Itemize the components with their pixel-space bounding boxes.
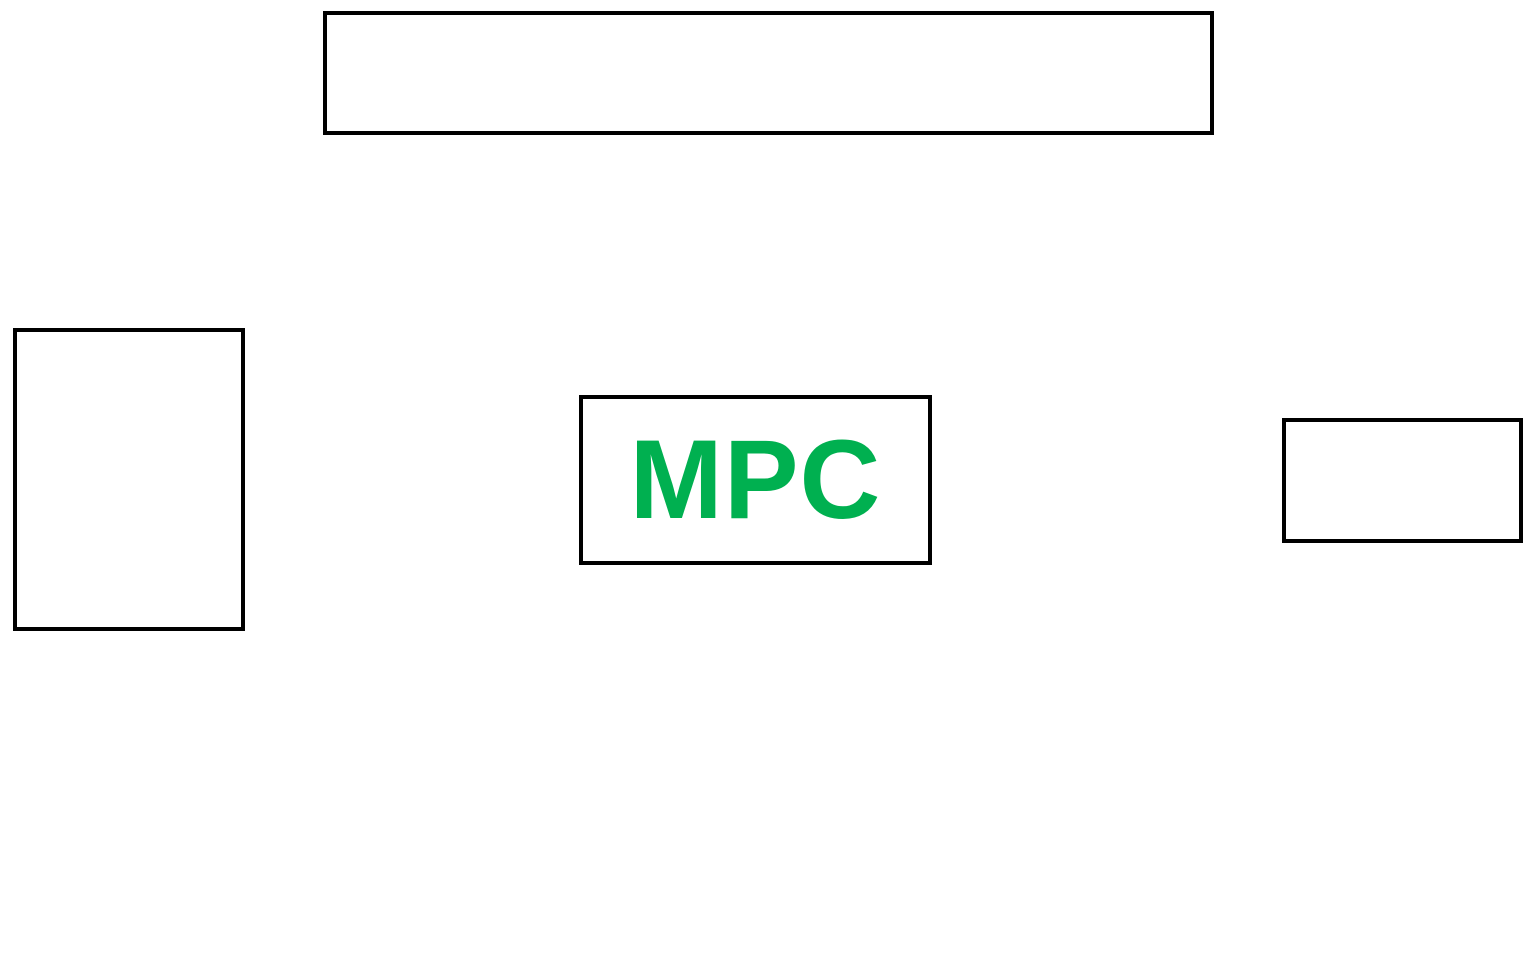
mpc-block: MPC [579,395,932,565]
top-block [323,11,1214,135]
mpc-label: MPC [629,417,882,542]
right-block [1282,418,1523,543]
left-block [13,328,245,631]
